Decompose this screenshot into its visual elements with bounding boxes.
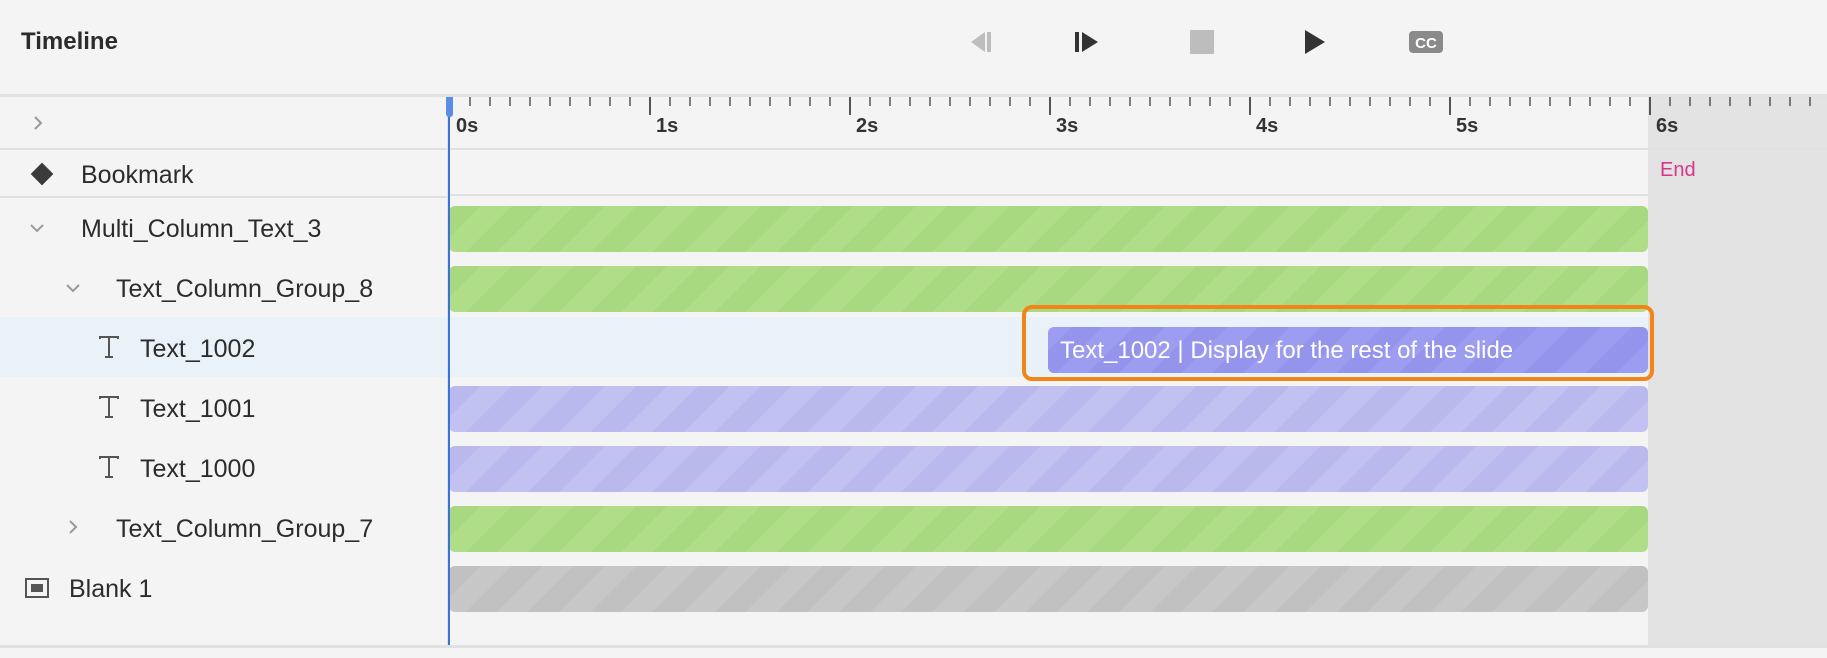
chevron-down-icon[interactable] — [27, 218, 47, 238]
tick-label: 4s — [1256, 115, 1279, 137]
layer-row-text-1002[interactable]: Text_1002 — [0, 317, 447, 377]
timeline-bar-text-1000[interactable] — [449, 446, 1648, 492]
closed-captions-button[interactable]: CC — [1408, 24, 1444, 60]
text-type-icon — [99, 336, 119, 358]
text-type-icon — [99, 396, 119, 418]
stop-icon — [1190, 30, 1214, 54]
bookmark-lane[interactable] — [448, 150, 1648, 196]
end-marker-label: End — [1660, 159, 1696, 181]
text-type-icon — [99, 456, 119, 478]
slide-icon — [25, 578, 49, 598]
tick-label: 3s — [1056, 115, 1079, 137]
bookmark-diamond-icon — [30, 162, 54, 186]
layer-label: Text_1000 — [140, 455, 256, 483]
timeline-bar-multi-column-text[interactable] — [449, 206, 1648, 252]
layer-label: Text_Column_Group_7 — [116, 515, 374, 543]
chevron-down-icon[interactable] — [63, 278, 83, 298]
cc-icon: CC — [1409, 31, 1443, 53]
play-icon — [1305, 30, 1325, 54]
layer-row-blank-1[interactable]: Blank 1 — [0, 557, 447, 617]
play-button[interactable] — [1296, 24, 1332, 60]
layer-row-multi-column-text[interactable]: Multi_Column_Text_3 — [0, 197, 447, 257]
playhead[interactable] — [446, 97, 453, 645]
previous-frame-button[interactable] — [959, 24, 995, 60]
layer-label: Text_1001 — [140, 395, 256, 423]
tick-label: 5s — [1456, 115, 1479, 137]
layer-label: Multi_Column_Text_3 — [81, 215, 322, 243]
next-frame-button[interactable] — [1071, 24, 1107, 60]
timeline-bar-text-column-group-7[interactable] — [449, 506, 1648, 552]
ruler-ticks — [449, 97, 1811, 115]
tick-label: 1s — [656, 115, 679, 137]
layer-panel: Bookmark Multi_Column_Text_3 Text_Column… — [0, 97, 448, 645]
layer-row-bookmark[interactable]: Bookmark — [0, 150, 447, 198]
layer-row-text-1000[interactable]: Text_1000 — [0, 437, 447, 497]
layer-label: Text_1002 — [140, 335, 256, 363]
chevron-right-icon[interactable] — [63, 517, 83, 537]
tick-label: 0s — [456, 115, 479, 137]
tick-label: 2s — [856, 115, 879, 137]
layer-label: Blank 1 — [69, 575, 153, 603]
svg-text:CC: CC — [1415, 35, 1437, 52]
playhead-handle[interactable] — [446, 97, 453, 117]
timeline-tracks[interactable]: 0s 1s 2s 3s 4s 5s 6s End Text_1002 | Dis… — [446, 97, 1827, 645]
timeline-bar-text-1001[interactable] — [449, 386, 1648, 432]
layer-label: Bookmark — [81, 161, 194, 189]
layer-row-text-1001[interactable]: Text_1001 — [0, 377, 447, 437]
panel-title: Timeline — [21, 28, 118, 55]
chevron-right-icon[interactable] — [28, 113, 48, 133]
bottom-scrollbar-track[interactable] — [0, 645, 1827, 658]
expand-all-row — [0, 97, 447, 150]
selected-bar-highlight — [1022, 305, 1654, 381]
timeline-bar-blank-1[interactable] — [449, 566, 1648, 612]
step-forward-icon — [1075, 32, 1098, 52]
layer-row-text-column-group-7[interactable]: Text_Column_Group_7 — [0, 497, 447, 557]
stop-button[interactable] — [1184, 24, 1220, 60]
tick-label: 6s — [1656, 115, 1679, 137]
timeline-header: Timeline CC — [0, 0, 1827, 97]
step-back-icon — [971, 32, 991, 52]
layer-label: Text_Column_Group_8 — [116, 275, 374, 303]
layer-row-text-column-group-8[interactable]: Text_Column_Group_8 — [0, 257, 447, 317]
time-ruler[interactable]: 0s 1s 2s 3s 4s 5s 6s — [448, 97, 1827, 150]
